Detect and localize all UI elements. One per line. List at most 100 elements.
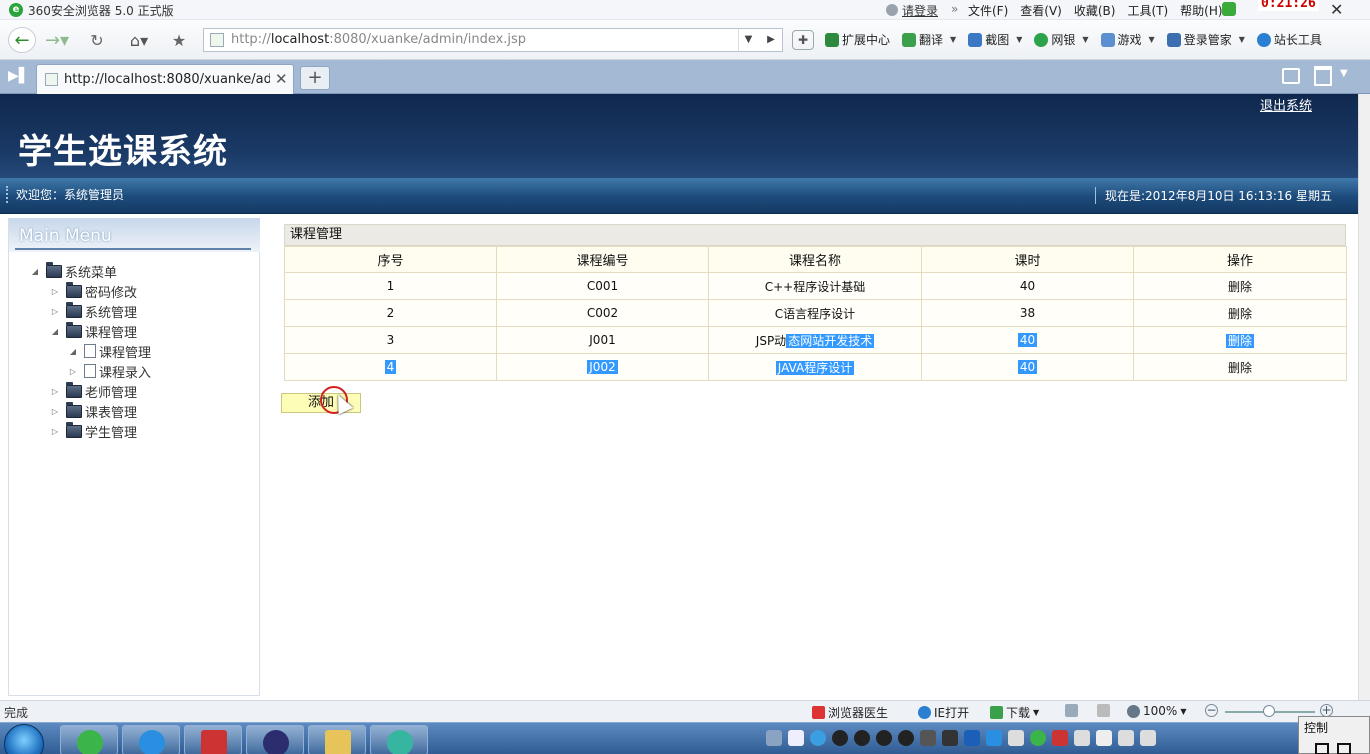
chevron-down-icon[interactable]: ▼	[1149, 35, 1155, 44]
chevron-down-icon[interactable]: ▼	[1016, 35, 1022, 44]
qq-icon[interactable]	[832, 730, 848, 746]
sidebar-item-course-manage[interactable]: ◢ 课程管理	[67, 342, 151, 361]
ext-screenshot[interactable]: 截图 ▼	[968, 31, 1022, 48]
ext-login-manager[interactable]: 登录管家 ▼	[1166, 31, 1245, 48]
refresh-button[interactable]: ↻	[84, 27, 110, 53]
volume-icon[interactable]	[1097, 704, 1110, 717]
menu-view[interactable]: 查看(V)	[1020, 2, 1062, 19]
taskbar-toolbox[interactable]	[184, 725, 242, 754]
ext-translate[interactable]: 翻译 ▼	[902, 31, 956, 48]
tab-active[interactable]: http://localhost:8080/xuanke/adm... ✕	[36, 64, 294, 94]
chevron-down-icon[interactable]: ▼	[1180, 707, 1186, 716]
collapsed-arrow-icon[interactable]: ▷	[49, 307, 61, 316]
restore-window-icon[interactable]	[1282, 68, 1300, 84]
window-close-icon[interactable]: ✕	[1330, 0, 1343, 19]
delete-link[interactable]: 删除	[1133, 299, 1347, 327]
ie-open-button[interactable]: IE打开	[918, 704, 969, 721]
security-shield-icon[interactable]: ✚	[792, 30, 814, 50]
collapsed-arrow-icon[interactable]: ▷	[49, 387, 61, 396]
chevron-down-icon[interactable]: ▼	[1033, 708, 1039, 717]
qq-icon[interactable]	[854, 730, 870, 746]
tray-camera-icon[interactable]	[942, 730, 958, 746]
sidebar-item-password[interactable]: ▷ 密码修改	[49, 281, 137, 301]
delete-link[interactable]: 删除	[1133, 326, 1347, 354]
logout-link[interactable]: 退出系统	[1260, 95, 1312, 114]
taskbar-explorer[interactable]	[308, 725, 366, 754]
vertical-scrollbar[interactable]	[1358, 94, 1370, 700]
qq-icon[interactable]	[876, 730, 892, 746]
browser-doctor-button[interactable]: 浏览器医生	[812, 704, 888, 721]
delete-link[interactable]: 删除	[1133, 272, 1347, 300]
taskbar-360-browser[interactable]	[60, 725, 118, 754]
favorite-button[interactable]: ★	[166, 27, 192, 53]
expanded-arrow-icon[interactable]: ◢	[29, 267, 41, 276]
ext-webmaster-tools[interactable]: 站长工具	[1256, 31, 1322, 48]
collapsed-arrow-icon[interactable]: ▷	[49, 287, 61, 296]
expanded-arrow-icon[interactable]: ◢	[67, 347, 79, 356]
sidebar-item-student[interactable]: ▷ 学生管理	[49, 421, 137, 441]
address-bar[interactable]: http://localhost:8080/xuanke/admin/index…	[203, 28, 783, 52]
expanded-arrow-icon[interactable]: ◢	[49, 327, 61, 336]
window-icon[interactable]	[1065, 704, 1078, 717]
skin-icon[interactable]	[1222, 2, 1236, 16]
tray-broom-icon[interactable]	[1052, 730, 1068, 746]
menu-tools[interactable]: 工具(T)	[1127, 2, 1168, 19]
sidebar-toggle-icon[interactable]: ▶▌	[8, 68, 30, 84]
sidebar-item-schedule[interactable]: ▷ 课表管理	[49, 401, 137, 421]
url-dropdown-icon[interactable]: ▼	[738, 29, 758, 51]
new-tab-button[interactable]: +	[300, 66, 330, 90]
tab-close-icon[interactable]: ✕	[275, 70, 288, 88]
control-window-icon[interactable]	[1337, 743, 1351, 754]
speaker-icon[interactable]	[1140, 730, 1156, 746]
flag-icon[interactable]	[1074, 730, 1090, 746]
menu-help[interactable]: 帮助(H)	[1180, 2, 1222, 19]
tray-sync-icon[interactable]	[1030, 730, 1046, 746]
more-chevron-icon[interactable]: »	[951, 2, 958, 16]
trash-icon[interactable]	[1314, 66, 1332, 86]
sidebar-item-course[interactable]: ◢ 课程管理	[49, 321, 137, 341]
control-popup[interactable]: 控制	[1298, 716, 1370, 754]
chevron-down-icon[interactable]: ▼	[1340, 68, 1348, 79]
sidebar-item-system[interactable]: ▷ 系统管理	[49, 301, 137, 321]
forward-button[interactable]: →▾	[42, 27, 72, 53]
taskbar-ie[interactable]	[122, 725, 180, 754]
ext-extension-center[interactable]: 扩展中心	[825, 31, 890, 48]
delete-link[interactable]: 删除	[1133, 353, 1347, 381]
sidebar-item-course-entry[interactable]: ▷ 课程录入	[67, 362, 151, 381]
chevron-down-icon[interactable]: ▼	[950, 35, 956, 44]
collapsed-arrow-icon[interactable]: ▷	[67, 367, 79, 376]
url-text[interactable]: http://localhost:8080/xuanke/admin/index…	[231, 29, 526, 51]
tray-window-icon[interactable]	[788, 730, 804, 746]
download-button[interactable]: 下载 ▼	[990, 704, 1039, 721]
home-button[interactable]: ⌂▾	[120, 27, 158, 53]
collapsed-arrow-icon[interactable]: ▷	[49, 407, 61, 416]
collapsed-arrow-icon[interactable]: ▷	[49, 427, 61, 436]
chevron-down-icon[interactable]: ▼	[1082, 35, 1088, 44]
zoom-slider-handle[interactable]	[1263, 705, 1275, 717]
qq-icon[interactable]	[898, 730, 914, 746]
taskbar-app[interactable]	[370, 725, 428, 754]
sidebar-item-teacher[interactable]: ▷ 老师管理	[49, 381, 137, 401]
keyboard-icon[interactable]	[766, 730, 782, 746]
ext-games[interactable]: 游戏 ▼	[1100, 31, 1155, 48]
tray-shield-icon[interactable]	[964, 730, 980, 746]
menu-favorites[interactable]: 收藏(B)	[1074, 2, 1116, 19]
start-button[interactable]	[4, 724, 44, 754]
ext-bank[interactable]: 网银 ▼	[1034, 31, 1089, 48]
zoom-out-icon[interactable]: −	[1205, 704, 1218, 717]
tray-device-icon[interactable]	[1096, 730, 1112, 746]
menu-file[interactable]: 文件(F)	[968, 2, 1008, 19]
tray-network-icon[interactable]	[1118, 730, 1134, 746]
tray-tool-icon[interactable]	[920, 730, 936, 746]
tray-globe-icon[interactable]	[810, 730, 826, 746]
tray-security-icon[interactable]	[986, 730, 1002, 746]
login-link[interactable]: 请登录	[886, 2, 938, 19]
taskbar-eclipse[interactable]	[246, 725, 304, 754]
chevron-down-icon[interactable]: ▼	[1239, 35, 1245, 44]
tray-notepad-icon[interactable]	[1008, 730, 1024, 746]
tree-root[interactable]: ◢ 系统菜单	[29, 261, 117, 281]
control-window-icon[interactable]	[1315, 743, 1329, 754]
zoom-button[interactable]: 100% ▼	[1127, 704, 1186, 718]
back-button[interactable]: ←	[8, 27, 36, 53]
go-icon[interactable]: ▶	[761, 29, 781, 51]
